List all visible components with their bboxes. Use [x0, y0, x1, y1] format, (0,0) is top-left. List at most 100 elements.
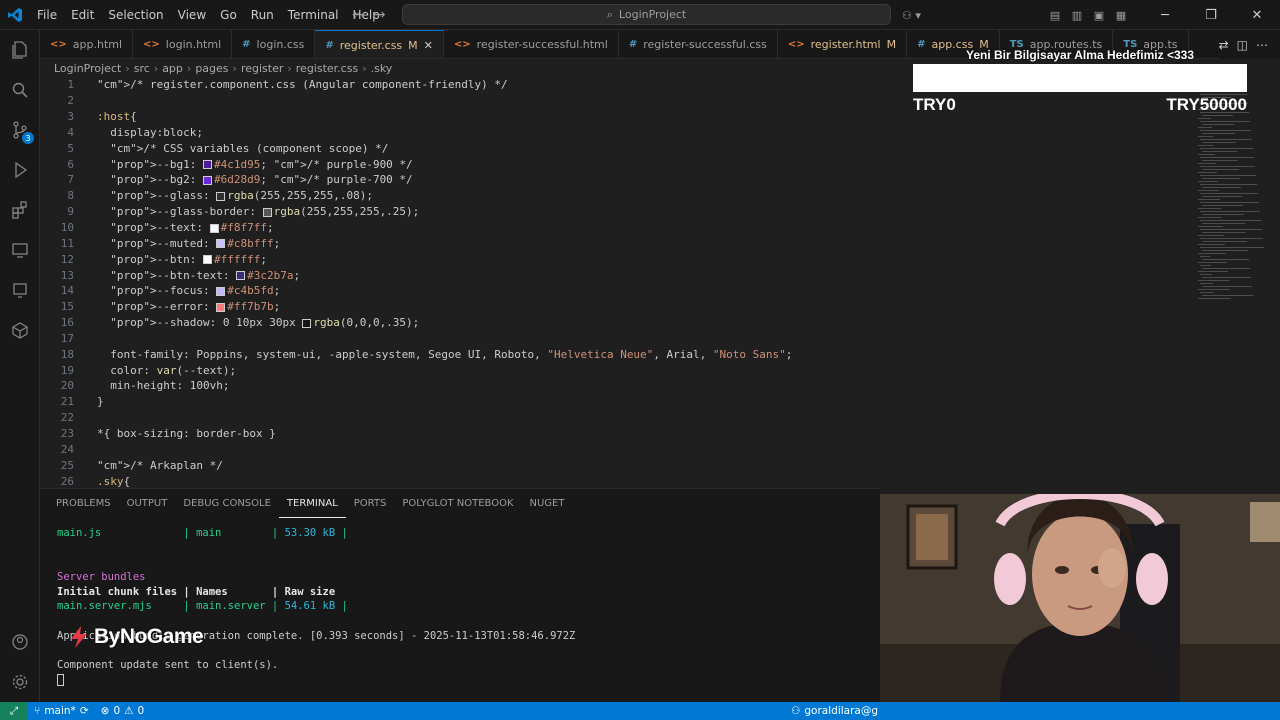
code-line: 23 *{ box-sizing: border-box }: [40, 426, 1190, 442]
code-text: "prop">--btn-text: #3c2b7a;: [110, 268, 301, 282]
breadcrumb-item[interactable]: register.css: [296, 62, 358, 75]
customize-layout-icon[interactable]: ▦: [1110, 0, 1132, 30]
branch-indicator[interactable]: ⑂ main* ⟳: [28, 705, 95, 717]
editor-tab[interactable]: <> app.html: [40, 30, 134, 58]
account-indicator[interactable]: ⚇ goraldilara@g: [791, 702, 878, 720]
color-swatch-icon[interactable]: [302, 318, 312, 328]
code-text: "cm">/* Arkaplan */: [97, 458, 223, 472]
menu-item-run[interactable]: Run: [244, 0, 281, 30]
panel-tab-problems[interactable]: PROBLEMS: [48, 489, 119, 519]
color-swatch-icon[interactable]: [202, 175, 212, 185]
search-icon[interactable]: [0, 70, 40, 110]
source-control-badge: 3: [22, 132, 34, 144]
toggle-panel-icon[interactable]: ▥: [1066, 0, 1088, 30]
breadcrumb-item[interactable]: app: [162, 62, 183, 75]
color-swatch-icon[interactable]: [216, 286, 226, 296]
color-swatch-icon[interactable]: [202, 160, 212, 170]
line-number: 15: [60, 300, 74, 314]
minimap-line: [1198, 244, 1225, 245]
accounts-icon[interactable]: [0, 622, 40, 662]
breadcrumb-separator-icon: ›: [153, 61, 159, 75]
line-number: 13: [60, 268, 74, 282]
breadcrumb-item[interactable]: src: [134, 62, 150, 75]
terminal-cursor: [57, 673, 575, 689]
menu-item-go[interactable]: Go: [213, 0, 244, 30]
terminal-output[interactable]: main.js | main | 53.30 kB | Server bundle…: [57, 527, 575, 689]
color-swatch-icon[interactable]: [216, 239, 226, 249]
tab-label: register.css: [339, 38, 403, 52]
minimap-line: [1200, 247, 1264, 248]
run-debug-icon[interactable]: [0, 150, 40, 190]
code-line: 26 .sky{: [40, 473, 1190, 488]
minimap[interactable]: [1190, 77, 1280, 488]
close-window-button[interactable]: ✕: [1234, 0, 1280, 30]
code-editor[interactable]: 1 "cm">/* register.component.css (Angular…: [40, 77, 1190, 488]
minimap-line: [1202, 142, 1236, 143]
editor-tab[interactable]: <> register.html M: [778, 30, 908, 58]
menu-item-view[interactable]: View: [171, 0, 213, 30]
breadcrumb-item[interactable]: LoginProject: [54, 62, 121, 75]
color-swatch-icon[interactable]: [216, 302, 226, 312]
terminal-line: Server bundles: [57, 571, 146, 584]
breadcrumb-item[interactable]: pages: [195, 62, 228, 75]
problems-indicator[interactable]: ⊗ 0 ⚠ 0: [95, 705, 151, 717]
color-swatch-icon[interactable]: [202, 255, 212, 265]
extensions-icon[interactable]: [0, 190, 40, 230]
panel-tab-nuget[interactable]: NUGET: [522, 489, 573, 519]
explorer-icon[interactable]: [0, 30, 40, 70]
minimize-button[interactable]: ─: [1142, 0, 1188, 30]
settings-gear-icon[interactable]: [0, 662, 40, 702]
menu-item-selection[interactable]: Selection: [101, 0, 170, 30]
restore-button[interactable]: ❐: [1188, 0, 1234, 30]
tab-label: register-successful.css: [643, 38, 767, 51]
remote-indicator-icon[interactable]: ⤢: [0, 702, 28, 720]
editor-tab[interactable]: # register.css M ✕: [315, 30, 444, 58]
forward-arrow-icon[interactable]: →: [374, 7, 386, 23]
toggle-secondary-sidebar-icon[interactable]: ▣: [1088, 0, 1110, 30]
modified-marker: M: [408, 38, 418, 52]
breadcrumb-separator-icon: ›: [287, 61, 292, 75]
code-text: .sky{: [97, 474, 131, 488]
panel-tab-ports[interactable]: PORTS: [346, 489, 395, 519]
more-actions-icon[interactable]: ⋯: [1256, 38, 1268, 52]
code-text: "cm">/* CSS variables (component scope) …: [110, 141, 389, 155]
breadcrumb-item[interactable]: .sky: [371, 62, 393, 75]
panel-tab-debug-console[interactable]: DEBUG CONSOLE: [175, 489, 279, 519]
containers-icon[interactable]: [0, 310, 40, 350]
tab-label: login.html: [165, 38, 222, 51]
menu-item-edit[interactable]: Edit: [64, 0, 101, 30]
remote-explorer-icon[interactable]: [0, 230, 40, 270]
testing-icon[interactable]: [0, 270, 40, 310]
toggle-primary-sidebar-icon[interactable]: ▤: [1044, 0, 1066, 30]
status-bar: ⤢ ⑂ main* ⟳ ⊗ 0 ⚠ 0 ⚇ goraldilara@g: [0, 702, 1280, 720]
back-arrow-icon[interactable]: ←: [352, 7, 364, 23]
panel-tab-polyglot-notebook[interactable]: POLYGLOT NOTEBOOK: [394, 489, 521, 519]
editor-tab[interactable]: # login.css: [232, 30, 316, 58]
source-control-icon[interactable]: 3: [0, 110, 40, 150]
panel-tab-terminal[interactable]: TERMINAL: [278, 491, 346, 518]
breadcrumb-separator-icon: ›: [125, 61, 130, 75]
color-swatch-icon[interactable]: [236, 271, 246, 281]
close-tab-icon[interactable]: ✕: [424, 39, 433, 52]
minimap-line: [1202, 124, 1234, 125]
line-number: 14: [60, 284, 74, 298]
editor-tab[interactable]: <> register-successful.html: [444, 30, 619, 58]
code-text: "prop">--bg2: #6d28d9; "cm">/* purple-70…: [110, 173, 413, 187]
color-swatch-icon[interactable]: [262, 207, 272, 217]
editor-tab[interactable]: <> login.html: [133, 30, 233, 58]
copilot-icon[interactable]: ⚇ ▾: [902, 0, 921, 30]
minimap-line: [1202, 286, 1252, 287]
code-text: "prop">--bg1: #4c1d95; "cm">/* purple-90…: [110, 157, 413, 171]
menu-item-file[interactable]: File: [30, 0, 64, 30]
menu-item-terminal[interactable]: Terminal: [281, 0, 346, 30]
command-center-search[interactable]: ⌕ LoginProject: [402, 4, 891, 25]
command-center-label: LoginProject: [618, 8, 687, 21]
color-swatch-icon[interactable]: [209, 223, 219, 233]
panel-tab-output[interactable]: OUTPUT: [119, 489, 176, 519]
breadcrumb-item[interactable]: register: [241, 62, 283, 75]
editor-tab[interactable]: # register-successful.css: [619, 30, 778, 58]
color-swatch-icon[interactable]: [216, 191, 226, 201]
warning-icon: ⚠: [124, 705, 134, 717]
code-line: 20 min-height: 100vh;: [40, 378, 1190, 394]
minimap-line: [1200, 166, 1255, 167]
